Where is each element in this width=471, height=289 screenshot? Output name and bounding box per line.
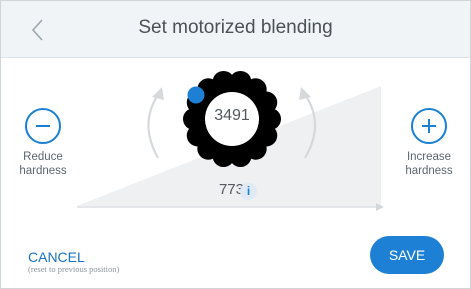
plus-icon: [422, 119, 436, 133]
reduce-hardness-label: Reduce hardness: [19, 151, 67, 177]
rotate-left-arrow: [147, 91, 161, 159]
info-icon[interactable]: i: [240, 183, 257, 200]
level-value: 773: [218, 181, 244, 198]
dial-value: 3491: [214, 107, 250, 124]
knob-position-marker[interactable]: [187, 86, 205, 104]
increase-hardness-label: Increase hardness: [405, 151, 453, 177]
cancel-button[interactable]: CANCEL: [28, 249, 85, 265]
save-button[interactable]: SAVE: [370, 236, 444, 274]
minus-icon: [36, 125, 50, 127]
cancel-note: (reset to previous position): [28, 264, 120, 274]
reduce-hardness-button[interactable]: [25, 108, 61, 144]
increase-hardness-button[interactable]: [411, 108, 447, 144]
